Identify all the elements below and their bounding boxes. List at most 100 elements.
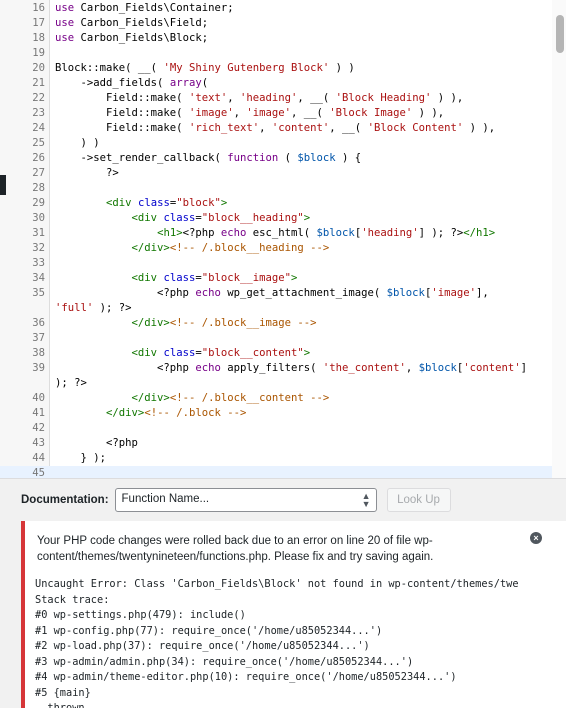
line-number: 31 — [32, 227, 45, 239]
line-number: 25 — [32, 137, 45, 149]
code-line[interactable]: 41 </div><!-- /.block --> — [0, 406, 566, 421]
line-number: 29 — [32, 197, 45, 209]
code-text: <h1><?php echo esc_html( $block['heading… — [157, 227, 496, 239]
line-number: 44 — [32, 452, 45, 464]
documentation-label: Documentation: — [21, 494, 109, 506]
code-text: ->set_render_callback( function ( $block… — [55, 152, 362, 164]
code-line[interactable]: 19 — [0, 46, 566, 61]
line-number: 40 — [32, 392, 45, 404]
code-text: </div><!-- /.block__heading --> — [131, 242, 330, 254]
code-line[interactable]: 32 </div><!-- /.block__heading --> — [0, 241, 566, 256]
left-panel-handle-icon — [0, 175, 6, 195]
function-name-select-value: Function Name... — [121, 493, 210, 505]
code-line[interactable]: 33 — [0, 256, 566, 271]
code-line[interactable]: 23 Field::make( 'image', 'image', __( 'B… — [0, 106, 566, 121]
code-line[interactable]: 21 ->add_fields( array( — [0, 76, 566, 91]
line-number: 34 — [32, 272, 45, 284]
line-number: 36 — [32, 317, 45, 329]
code-line[interactable]: 17 use Carbon_Fields\Field; — [0, 16, 566, 31]
code-line[interactable]: 34 <div class="block__image"> — [0, 271, 566, 286]
code-line[interactable]: 38 <div class="block__content"> — [0, 346, 566, 361]
code-line[interactable]: 29 <div class="block"> — [0, 196, 566, 211]
code-line[interactable]: 26 ->set_render_callback( function ( $bl… — [0, 151, 566, 166]
code-text: </div><!-- /.block__content --> — [131, 392, 330, 404]
code-text: Field::make( 'image', 'image', __( 'Bloc… — [55, 107, 445, 119]
code-editor[interactable]: 16 use Carbon_Fields\Container; 17 use Carb… — [0, 0, 566, 479]
line-number: 39 — [32, 362, 45, 374]
code-line[interactable]: 20 Block::make( __( 'My Shiny Gutenberg B… — [0, 61, 566, 76]
code-text: use Carbon_Fields\Field; — [55, 17, 209, 29]
code-line[interactable]: 30 <div class="block__heading"> — [0, 211, 566, 226]
code-line[interactable]: 37 — [0, 331, 566, 346]
code-line[interactable]: 44 } ); — [0, 451, 566, 466]
code-line[interactable]: 40 </div><!-- /.block__content --> — [0, 391, 566, 406]
line-number: 30 — [32, 212, 45, 224]
line-number: 45 — [32, 467, 45, 479]
code-line[interactable]: 22 Field::make( 'text', 'heading', __( '… — [0, 91, 566, 106]
function-name-select[interactable]: Function Name... ▲ ▼ — [114, 488, 377, 512]
code-text: ->add_fields( array( — [55, 77, 209, 89]
code-line[interactable]: 16 use Carbon_Fields\Container; — [0, 1, 566, 16]
code-line[interactable]: 42 — [0, 421, 566, 436]
line-number: 20 — [32, 62, 45, 74]
trace-line: #4 wp-admin/theme-editor.php(10): requir… — [35, 671, 457, 683]
code-text: <?php — [55, 437, 138, 449]
line-number: 28 — [32, 182, 45, 194]
line-number: 23 — [32, 107, 45, 119]
code-text: ) ) — [55, 137, 100, 149]
trace-line: Stack trace: — [35, 593, 110, 606]
code-text: Block::make( __( 'My Shiny Gutenberg Blo… — [55, 62, 355, 74]
code-text: <?php echo wp_get_attachment_image( $blo… — [55, 287, 489, 299]
trace-line: thrown — [35, 702, 85, 708]
line-number: 21 — [32, 77, 45, 89]
code-line[interactable]: 24 Field::make( 'rich_text', 'content', … — [0, 121, 566, 136]
code-text: use Carbon_Fields\Block; — [55, 32, 209, 44]
code-line[interactable]: 35 <?php echo wp_get_attachment_image( $… — [0, 286, 566, 301]
code-line[interactable]: 36 </div><!-- /.block__image --> — [0, 316, 566, 331]
trace-line: #1 wp-config.php(77): require_once('/hom… — [35, 624, 383, 637]
error-notice: Your PHP code changes were rolled back d… — [21, 521, 566, 708]
line-number: 35 — [32, 287, 45, 299]
code-line[interactable]: 'full' ); ?> — [0, 301, 566, 316]
code-line[interactable]: 25 ) ) — [0, 136, 566, 151]
look-up-button[interactable]: Look Up — [386, 488, 451, 512]
trace-line: #5 {main} — [35, 686, 91, 699]
error-trace: Uncaught Error: Class 'Carbon_Fields\Blo… — [35, 577, 519, 708]
trace-line: #3 wp-admin/admin.php(34): require_once(… — [35, 655, 414, 668]
code-line[interactable]: 45 — [0, 466, 566, 479]
code-text: Field::make( 'rich_text', 'content', __(… — [55, 122, 496, 134]
scrollbar-thumb[interactable] — [556, 15, 564, 53]
code-line[interactable]: 18 use Carbon_Fields\Block; — [0, 31, 566, 46]
editor-scrollbar[interactable] — [552, 0, 566, 478]
code-text: Field::make( 'text', 'heading', __( 'Blo… — [55, 92, 464, 104]
code-line[interactable]: ); ?> — [0, 376, 566, 391]
line-number: 26 — [32, 152, 45, 164]
code-line[interactable]: 43 <?php — [0, 436, 566, 451]
line-number: 27 — [32, 167, 45, 179]
line-number: 33 — [32, 257, 45, 269]
line-number: 17 — [32, 17, 45, 29]
code-text: ); ?> — [55, 377, 87, 389]
error-message: Your PHP code changes were rolled back d… — [37, 535, 434, 563]
code-text: <div class="block__heading"> — [131, 212, 311, 224]
code-text: <div class="block__image"> — [131, 272, 298, 284]
code-line[interactable]: 39 <?php echo apply_filters( 'the_conten… — [0, 361, 566, 376]
code-line[interactable]: 31 <h1><?php echo esc_html( $block['head… — [0, 226, 566, 241]
code-line[interactable]: 28 — [0, 181, 566, 196]
trace-line: #0 wp-settings.php(479): include() — [35, 609, 246, 621]
code-text: } ); — [55, 452, 107, 464]
code-text: <?php echo apply_filters( 'the_content',… — [55, 362, 528, 374]
code-text: </div><!-- /.block__image --> — [131, 317, 317, 329]
code-line[interactable]: 27 ?> — [0, 166, 566, 181]
documentation-lookup: Documentation: Function Name... ▲ ▼ Look … — [21, 488, 551, 512]
trace-line: Uncaught Error: Class 'Carbon_Fields\Blo… — [35, 578, 519, 590]
line-number: 18 — [32, 32, 45, 44]
trace-line: #2 wp-load.php(37): require_once('/home/… — [35, 640, 370, 652]
dismiss-icon[interactable]: × — [530, 532, 542, 544]
line-number: 24 — [32, 122, 45, 134]
line-number: 43 — [32, 437, 45, 449]
line-number: 32 — [32, 242, 45, 254]
code-text: ?> — [55, 167, 119, 179]
code-text: <div class="block"> — [106, 197, 228, 209]
line-number: 41 — [32, 407, 45, 419]
